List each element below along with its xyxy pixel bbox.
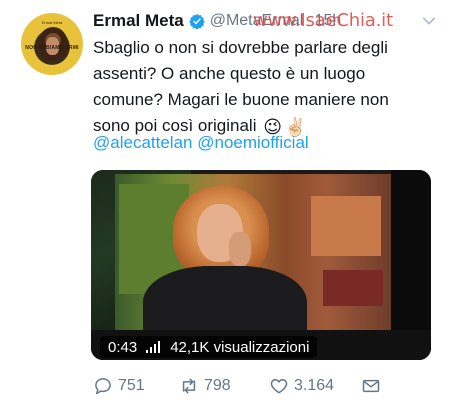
video-person-hand — [229, 232, 251, 266]
mention-alecattelan[interactable]: @alecattelan — [93, 133, 193, 152]
envelope-icon — [362, 379, 380, 393]
avatar[interactable]: Ermal Meta NON ABBIAMO ARMI — [21, 13, 83, 75]
retweet-count: 798 — [204, 377, 231, 394]
chevron-down-icon[interactable] — [421, 13, 437, 29]
mentions: @alecattelan @noemiofficial — [93, 132, 309, 154]
verified-badge-icon — [188, 14, 205, 29]
like-count: 3.164 — [294, 377, 335, 394]
retweet-button[interactable]: 798 — [179, 376, 231, 396]
video-scene-building-lower — [323, 270, 383, 306]
tweet-text-line: Sbaglio o non si dovrebbe parlare degli — [93, 38, 388, 57]
video-info-badge: 0:43 42,1K visualizzazioni — [100, 336, 318, 358]
mention-noemiofficial[interactable]: @noemiofficial — [197, 133, 308, 152]
tweet-actions: 751 798 3.164 — [93, 376, 393, 398]
signal-bars-icon — [146, 341, 162, 353]
display-name[interactable]: Ermal Meta — [93, 11, 184, 31]
reply-button[interactable]: 751 — [93, 376, 145, 396]
tweet-text-line: assenti? O anche questo è un luogo — [93, 64, 366, 83]
tweet-text: Sbaglio o non si dovrebbe parlare degli … — [93, 35, 438, 140]
heart-icon — [270, 379, 288, 394]
like-button[interactable]: 3.164 — [269, 376, 334, 396]
direct-message-button[interactable] — [361, 376, 386, 396]
video-player[interactable] — [91, 170, 431, 360]
video-duration: 0:43 — [108, 338, 138, 356]
video-scene-building — [311, 196, 381, 256]
retweet-icon — [182, 378, 196, 394]
watermark: www.IsaeChia.it — [253, 10, 393, 31]
video-view-count: 42,1K visualizzazioni — [170, 338, 310, 356]
reply-count: 751 — [118, 377, 145, 394]
tweet-text-line: comune? Magari le buone maniere non — [93, 90, 389, 109]
avatar-caption: NON ABBIAMO ARMI — [25, 45, 79, 51]
reply-icon — [95, 378, 111, 395]
avatar-caption-top: Ermal Meta — [41, 20, 63, 25]
tweet: Ermal Meta NON ABBIAMO ARMI Ermal Meta @… — [0, 0, 450, 410]
